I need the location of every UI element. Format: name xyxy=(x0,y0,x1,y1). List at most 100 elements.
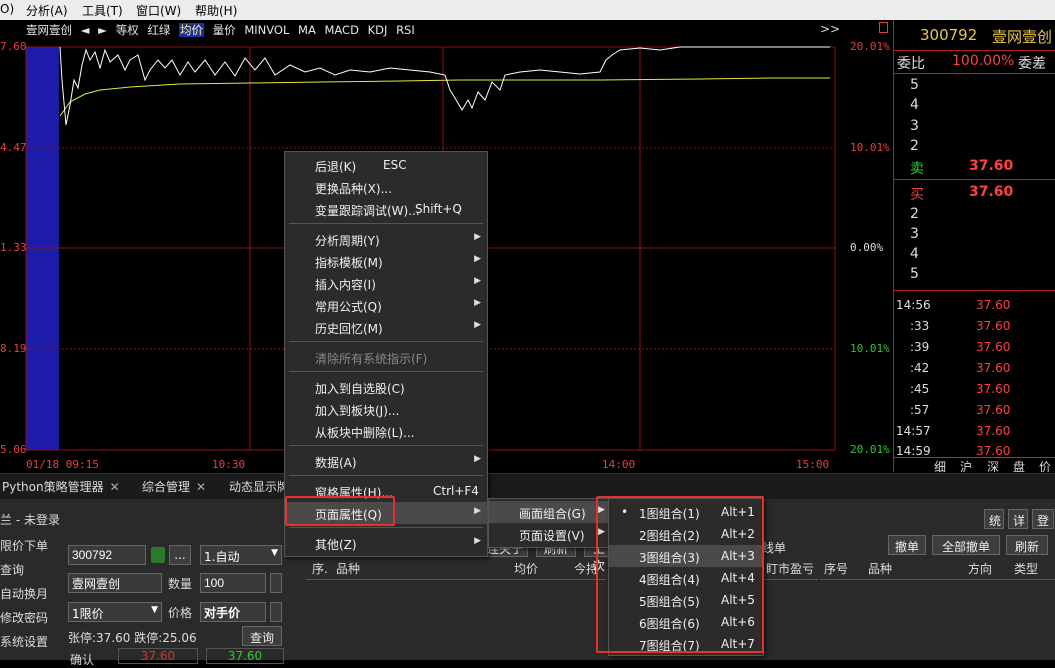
col-header: 方向 xyxy=(968,562,993,576)
cancel-order-button[interactable]: 撤单 xyxy=(888,535,926,555)
tab-dynamic-board[interactable]: 动态显示牌 xyxy=(229,478,289,495)
menu-item-history[interactable]: 历史回忆(M) ▶ xyxy=(285,316,487,338)
menu-item-help[interactable]: 帮助(H) xyxy=(195,2,237,19)
price-stepper[interactable] xyxy=(270,602,282,622)
tick-time: 14:59 xyxy=(896,444,931,458)
submenu-arrow-icon: ▶ xyxy=(474,506,481,516)
order-grid-body[interactable] xyxy=(820,580,1055,660)
menu-item-clear-signals: 清除所有系统指示(F) xyxy=(285,346,487,368)
sell-level: 3 xyxy=(910,118,919,134)
menu-item-analysis[interactable]: 分析(A) xyxy=(26,2,68,19)
menu-item-period[interactable]: 分析周期(Y) ▶ xyxy=(285,228,487,250)
stock-name: 壹网壹创 xyxy=(992,28,1053,46)
col-header: 品种 xyxy=(868,562,893,576)
highlight-box xyxy=(285,496,395,526)
menu-label: 页面设置(V) xyxy=(519,529,585,543)
auto-select-value: 1.自动 xyxy=(204,550,240,564)
menu-item-screen-combo[interactable]: 画面组合(G) ▶ xyxy=(489,501,611,523)
menu-label: 指标模板(M) xyxy=(315,256,383,270)
toolbar-item-kdj[interactable]: KDJ xyxy=(368,23,388,37)
menu-item-window[interactable]: 窗口(W) xyxy=(136,2,181,19)
menu-item-o[interactable]: O) xyxy=(0,2,14,16)
menu-item-change-stock[interactable]: 更换品种(X)... xyxy=(285,176,487,198)
menu-item-remove-from-block[interactable]: 从板块中删除(L)... xyxy=(285,420,487,442)
close-icon[interactable]: ✕ xyxy=(196,480,206,494)
x-axis-label: 15:00 xyxy=(796,458,830,471)
menu-item-common-formula[interactable]: 常用公式(Q) ▶ xyxy=(285,294,487,316)
tick-price: 37.60 xyxy=(976,382,1011,396)
left-menu-query[interactable]: 查询 xyxy=(0,561,24,578)
menu-item-add-watchlist[interactable]: 加入到自选股(C) xyxy=(285,376,487,398)
buy-level: 3 xyxy=(910,226,919,242)
buy-price-button[interactable]: 37.60 xyxy=(118,648,198,664)
sell-1-label: 卖 xyxy=(910,161,924,177)
stock-name-input[interactable] xyxy=(68,573,162,593)
menu-item-data[interactable]: 数据(A) ▶ xyxy=(285,450,487,472)
query-button[interactable]: 查询 xyxy=(242,626,282,646)
close-icon[interactable]: ✕ xyxy=(110,480,120,494)
left-menu-change-password[interactable]: 修改密码 xyxy=(0,609,48,626)
chart-toolbar: 壹网壹创 ◄ ► 等权 红绿 均价 量价 MINVOL MA MACD KDJ … xyxy=(26,22,420,38)
pnl-header: 盯市盈亏 xyxy=(760,557,818,580)
stock-code-input[interactable] xyxy=(68,545,146,565)
toolbar-item-minvol[interactable]: MINVOL xyxy=(244,23,289,37)
menu-item-debug[interactable]: 变量跟踪调试(W)... Shift+Q xyxy=(285,198,487,220)
menu-item-insert[interactable]: 插入内容(I) ▶ xyxy=(285,272,487,294)
window-toggle-icon[interactable] xyxy=(879,22,888,33)
toolbar-item-honglv[interactable]: 红绿 xyxy=(147,23,170,37)
menu-label: 更换品种(X)... xyxy=(315,182,393,196)
menubar: O) 分析(A) 工具(T) 窗口(W) 帮助(H) xyxy=(0,0,1055,20)
tab-python-strategy[interactable]: Python策略管理器 ✕ xyxy=(2,478,120,495)
menu-item-other[interactable]: 其他(Z) ▶ xyxy=(285,532,487,554)
buy-1-price[interactable]: 37.60 xyxy=(969,184,1013,200)
buy-1-label: 买 xyxy=(910,187,924,203)
position-grid-body[interactable] xyxy=(306,580,606,660)
toolbar-item-dengquan[interactable]: 等权 xyxy=(116,23,139,37)
next-stock-button[interactable]: ► xyxy=(98,23,107,37)
prev-stock-button[interactable]: ◄ xyxy=(81,23,90,37)
toolbar-item-ma[interactable]: MA xyxy=(298,23,316,37)
left-menu-limit-order[interactable]: 限价下单 xyxy=(0,537,48,554)
line-order-label[interactable]: 线单 xyxy=(762,539,786,556)
lock-icon[interactable] xyxy=(151,547,165,563)
price-input[interactable] xyxy=(200,602,266,622)
more-button[interactable]: ... xyxy=(169,545,191,565)
toolbar-item-macd[interactable]: MACD xyxy=(324,23,358,37)
col-header: 品种 xyxy=(336,562,361,576)
tick-time: 14:57 xyxy=(896,424,931,438)
menu-item-page-settings[interactable]: 页面设置(V) ▶ xyxy=(489,523,611,545)
auto-select[interactable]: 1.自动 ▼ xyxy=(200,545,282,565)
page-properties-submenu: 画面组合(G) ▶ 页面设置(V) ▶ xyxy=(488,498,612,548)
login-button[interactable]: 登 xyxy=(1032,509,1054,529)
sell-level: 4 xyxy=(910,97,919,113)
stats-button[interactable]: 统 xyxy=(984,509,1004,529)
order-type-select[interactable]: 1限价 ▼ xyxy=(68,602,162,622)
submenu-arrow-icon: ▶ xyxy=(474,320,481,330)
menu-label: 分析周期(Y) xyxy=(315,234,380,248)
menu-label: 历史回忆(M) xyxy=(315,322,383,336)
submenu-arrow-icon: ▶ xyxy=(474,536,481,546)
tick-time: :45 xyxy=(910,382,930,396)
toolbar-more-button[interactable]: >> xyxy=(820,22,840,36)
cancel-all-button[interactable]: 全部撤单 xyxy=(932,535,1000,555)
sell-price-button[interactable]: 37.60 xyxy=(206,648,284,664)
tick-price: 37.60 xyxy=(976,340,1011,354)
tab-integrated-management[interactable]: 综合管理 ✕ xyxy=(142,478,206,495)
sell-1-price[interactable]: 37.60 xyxy=(969,158,1013,174)
menu-item-tools[interactable]: 工具(T) xyxy=(82,2,123,19)
refresh-button[interactable]: 刷新 xyxy=(1006,535,1048,555)
menu-item-back[interactable]: 后退(K) ESC xyxy=(285,154,487,176)
quantity-stepper[interactable] xyxy=(270,573,282,593)
toolbar-item-liangjia[interactable]: 量价 xyxy=(213,23,236,37)
menu-item-indicator-template[interactable]: 指标模板(M) ▶ xyxy=(285,250,487,272)
left-menu-settings[interactable]: 系统设置 xyxy=(0,633,48,650)
highlight-box xyxy=(596,496,764,653)
menu-item-add-to-block[interactable]: 加入到板块(J)... xyxy=(285,398,487,420)
quantity-input[interactable] xyxy=(200,573,266,593)
toolbar-item-junjia[interactable]: 均价 xyxy=(179,23,204,37)
left-menu-auto-switch[interactable]: 自动换月 xyxy=(0,585,48,602)
tick-time: :57 xyxy=(910,403,930,417)
detail-button[interactable]: 详 xyxy=(1008,509,1028,529)
left-axis-label: 5.06 xyxy=(0,443,27,456)
toolbar-item-rsi[interactable]: RSI xyxy=(396,23,415,37)
